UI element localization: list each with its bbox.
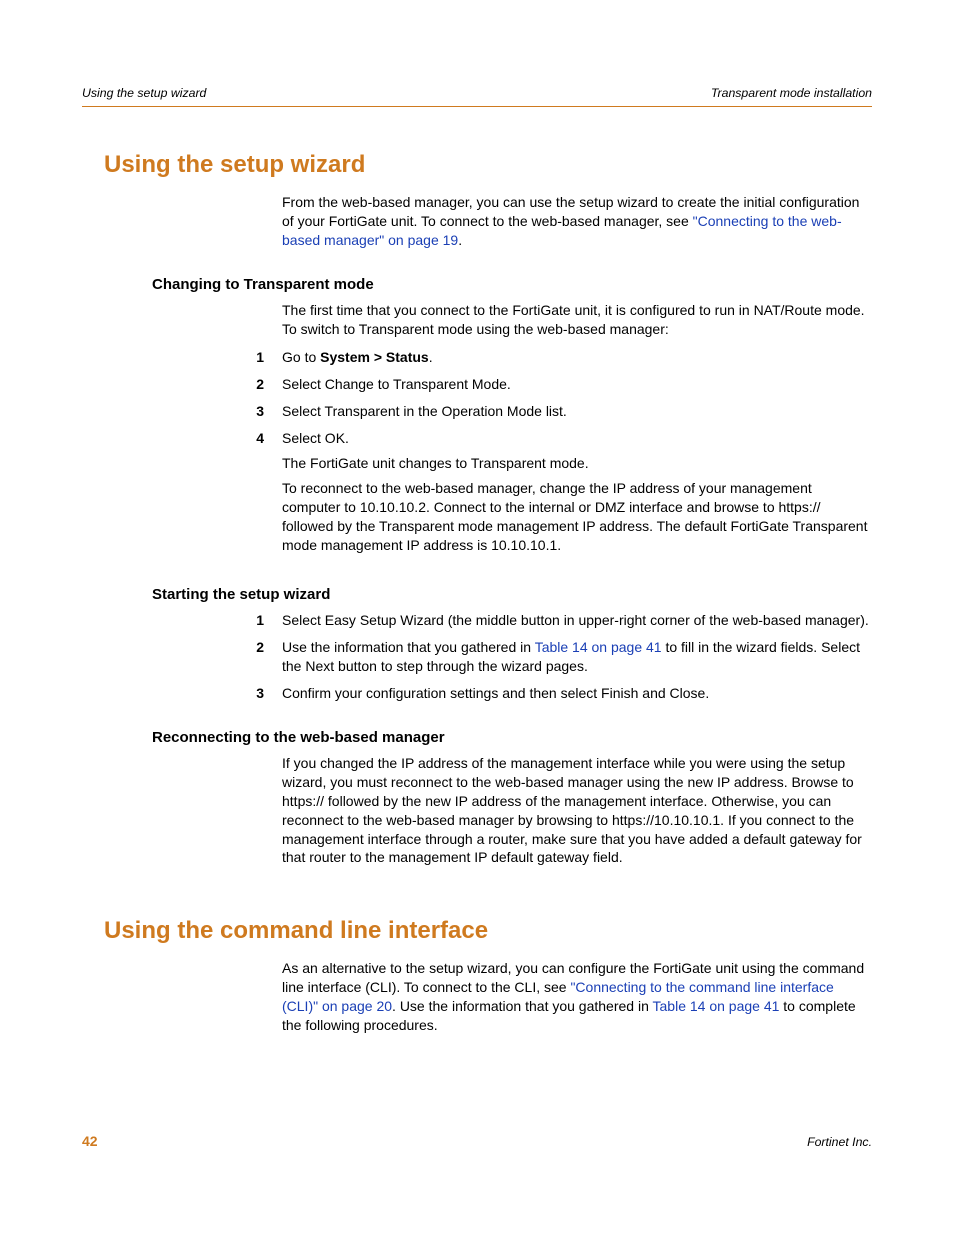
header-left: Using the setup wizard	[82, 86, 206, 100]
subheading-changing-transparent: Changing to Transparent mode	[152, 276, 872, 293]
reconnecting-body: If you changed the IP address of the man…	[282, 754, 872, 867]
intro-paragraph: From the web-based manager, you can use …	[282, 193, 872, 250]
step-number: 2	[82, 375, 282, 394]
page: Using the setup wizard Transparent mode …	[0, 0, 954, 1235]
step-number: 3	[82, 402, 282, 421]
changing-lead: The first time that you connect to the F…	[282, 301, 872, 339]
step-body: Select Easy Setup Wizard (the middle but…	[282, 611, 872, 630]
step-body: Use the information that you gathered in…	[282, 638, 872, 676]
cli-text-mid: . Use the information that you gathered …	[392, 998, 652, 1014]
heading-using-cli: Using the command line interface	[104, 917, 872, 945]
step-followup-2: To reconnect to the web-based manager, c…	[282, 479, 872, 555]
company-name: Fortinet Inc.	[807, 1135, 872, 1149]
step-text-post: .	[429, 349, 433, 365]
content-area: Using the setup wizard From the web-base…	[82, 107, 872, 1035]
step-text: Go to	[282, 349, 320, 365]
page-number: 42	[82, 1133, 98, 1149]
subheading-starting-wizard: Starting the setup wizard	[152, 586, 872, 603]
step-number: 3	[82, 684, 282, 703]
subheading-reconnecting: Reconnecting to the web-based manager	[152, 729, 872, 746]
step-text: Select OK.	[282, 429, 872, 448]
step-number: 4	[82, 429, 282, 560]
step-number: 2	[82, 638, 282, 676]
footer: 42 Fortinet Inc.	[82, 1133, 872, 1149]
menu-path: System > Status	[320, 349, 429, 365]
step-body: Select Change to Transparent Mode.	[282, 375, 872, 394]
step-body: Go to System > Status.	[282, 348, 872, 367]
step-number: 1	[82, 348, 282, 367]
starting-steps: 1 Select Easy Setup Wizard (the middle b…	[82, 611, 872, 703]
changing-steps: 1 Go to System > Status. 2 Select Change…	[82, 348, 872, 560]
step-text: Use the information that you gathered in	[282, 639, 535, 655]
cli-body: As an alternative to the setup wizard, y…	[282, 959, 872, 1035]
step-body: Select OK. The FortiGate unit changes to…	[282, 429, 872, 560]
link-table-14-b[interactable]: Table 14 on page 41	[653, 998, 780, 1014]
header-right: Transparent mode installation	[711, 86, 872, 100]
step-body: Select Transparent in the Operation Mode…	[282, 402, 872, 421]
intro-text-post: .	[458, 232, 462, 248]
running-header: Using the setup wizard Transparent mode …	[82, 86, 872, 104]
step-followup-1: The FortiGate unit changes to Transparen…	[282, 454, 872, 473]
step-number: 1	[82, 611, 282, 630]
step-body: Confirm your configuration settings and …	[282, 684, 872, 703]
link-table-14[interactable]: Table 14 on page 41	[535, 639, 662, 655]
heading-using-setup-wizard: Using the setup wizard	[104, 151, 872, 179]
